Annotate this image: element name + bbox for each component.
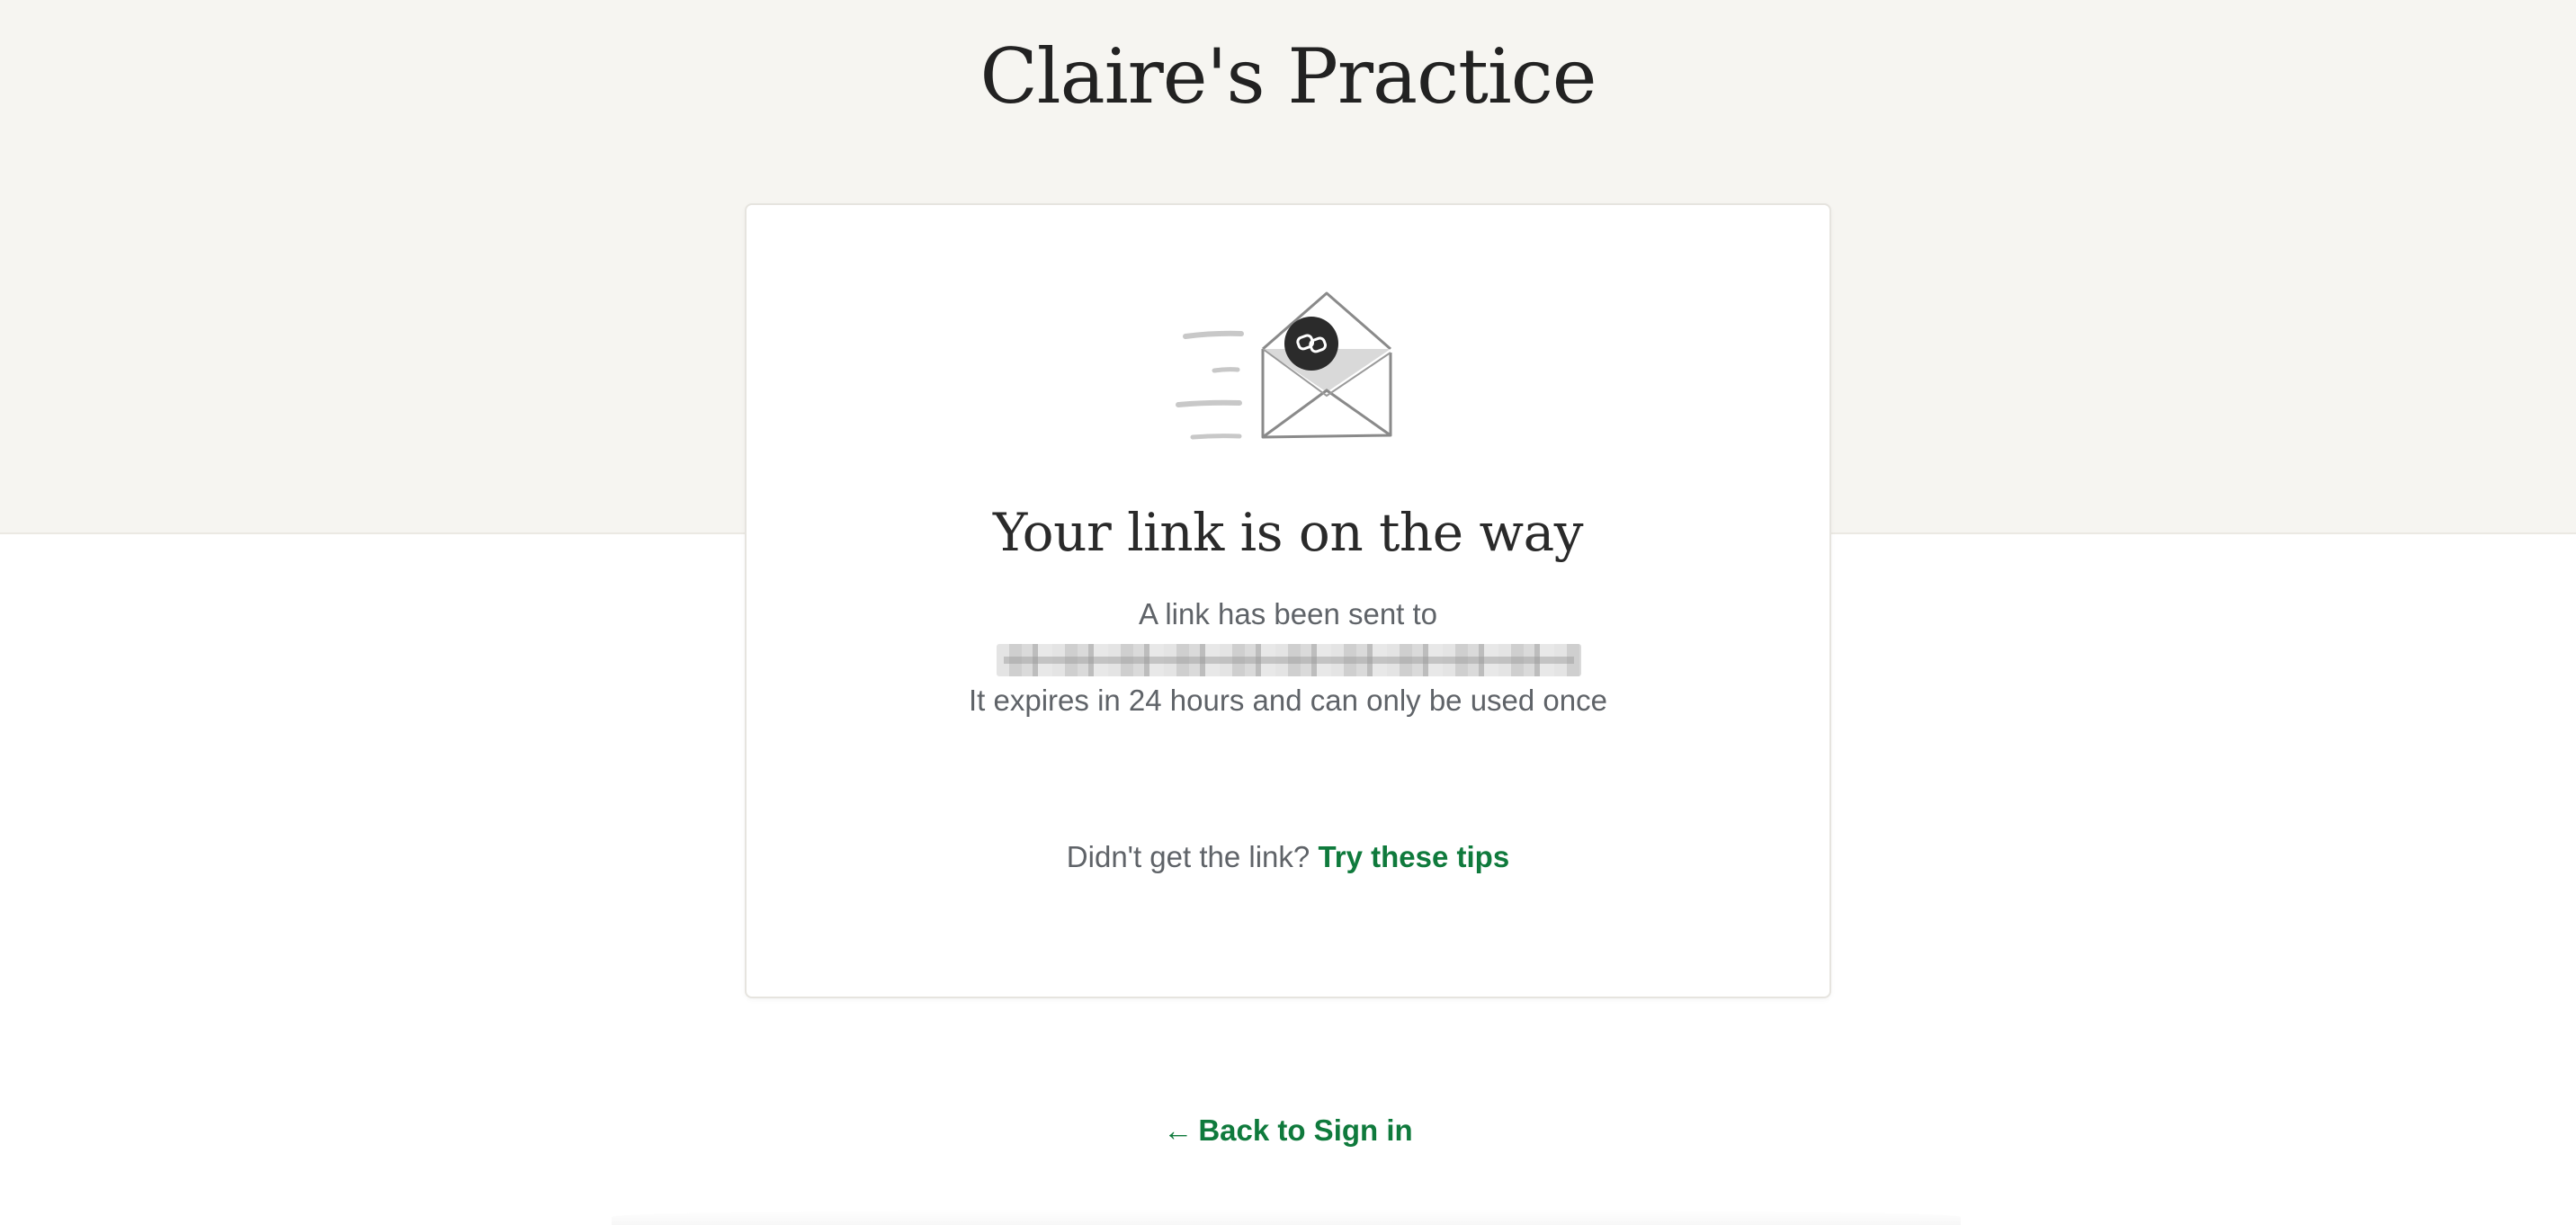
back-to-sign-in-label: Back to Sign in xyxy=(1198,1113,1413,1147)
expiry-text: It expires in 24 hours and can only be u… xyxy=(969,684,1607,717)
card-heading: Your link is on the way xyxy=(992,502,1584,563)
back-to-sign-in-link[interactable]: ← Back to Sign in xyxy=(0,1113,2576,1148)
envelope-link-icon xyxy=(1176,291,1392,440)
arrow-left-icon: ← xyxy=(1163,1113,1194,1147)
page: Claire's Practice Your link is on the wa… xyxy=(0,0,2576,1225)
confirmation-card: Your link is on the way A link has been … xyxy=(745,203,1831,998)
tips-prompt: Didn't get the link? xyxy=(1066,840,1310,873)
redacted-email-address xyxy=(997,644,1581,676)
sent-to-text: A link has been sent to xyxy=(1138,597,1438,630)
practice-title: Claire's Practice xyxy=(979,32,1597,121)
bottom-panel-edge xyxy=(612,1209,1961,1225)
try-these-tips-link[interactable]: Try these tips xyxy=(1318,840,1509,873)
tips-line: Didn't get the link? Try these tips xyxy=(747,840,1829,874)
